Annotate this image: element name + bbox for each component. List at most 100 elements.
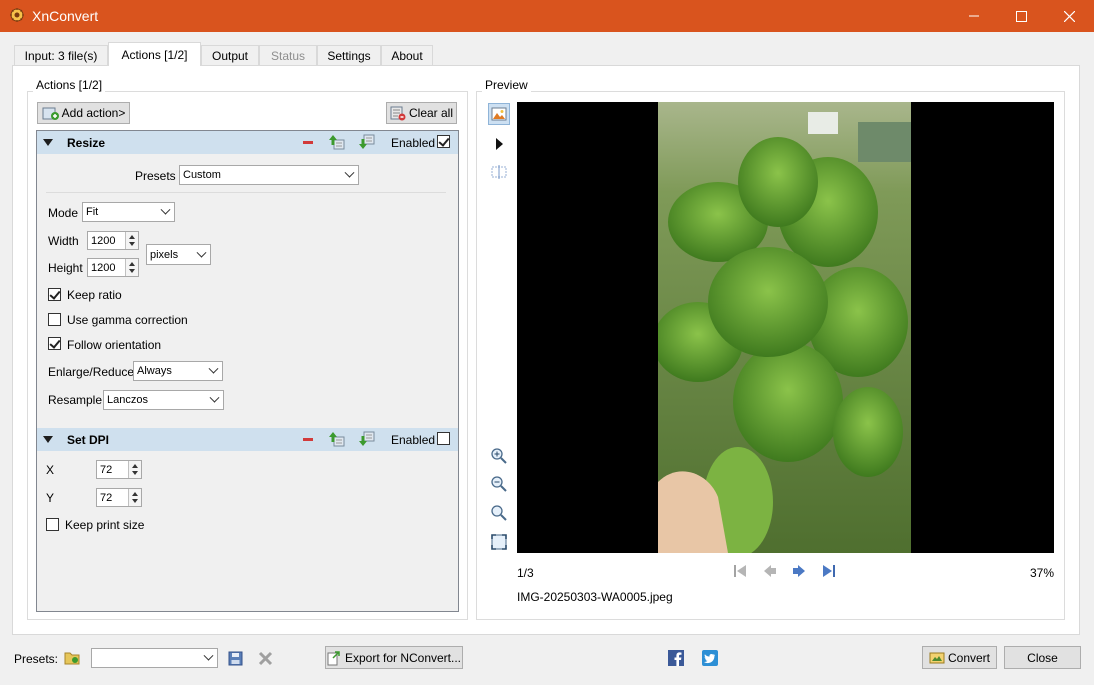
zoom-out-icon[interactable] bbox=[490, 475, 508, 493]
chevron-down-icon bbox=[208, 363, 219, 374]
chevron-down-icon bbox=[203, 650, 214, 661]
tab-input[interactable]: Input: 3 file(s) bbox=[14, 45, 108, 66]
chevron-down-icon bbox=[196, 247, 207, 258]
minimize-icon bbox=[969, 15, 979, 17]
follow-orientation-checkbox[interactable] bbox=[48, 337, 61, 350]
keep-print-size-label: Keep print size bbox=[65, 518, 145, 532]
dpi-y-stepper[interactable] bbox=[128, 489, 141, 506]
convert-button[interactable]: Convert bbox=[922, 646, 997, 669]
next-image-icon[interactable] bbox=[791, 563, 807, 579]
dpi-y-input[interactable]: 72 bbox=[96, 488, 142, 507]
image-icon bbox=[491, 107, 507, 121]
presets-footer-select[interactable] bbox=[91, 648, 218, 668]
chevron-down-icon bbox=[209, 392, 220, 403]
tab-about[interactable]: About bbox=[381, 45, 433, 66]
move-up-icon[interactable] bbox=[329, 431, 345, 447]
presets-select[interactable]: Custom bbox=[179, 165, 359, 185]
facebook-icon[interactable] bbox=[668, 650, 684, 666]
dpi-enabled-checkbox[interactable] bbox=[437, 432, 450, 445]
maximize-icon bbox=[1015, 10, 1027, 22]
remove-dpi-icon[interactable] bbox=[303, 438, 313, 441]
window-title: XnConvert bbox=[32, 8, 99, 24]
spin-down-icon[interactable] bbox=[132, 499, 138, 503]
twitter-icon[interactable] bbox=[702, 650, 718, 666]
tab-status: Status bbox=[259, 45, 317, 66]
mode-select[interactable]: Fit bbox=[82, 202, 175, 222]
preview-filename: IMG-20250303-WA0005.jpeg bbox=[517, 590, 673, 604]
title-bar: XnConvert bbox=[0, 0, 1094, 32]
spin-up-icon[interactable] bbox=[129, 262, 135, 266]
dpi-section-header[interactable]: Set DPI Enabled bbox=[37, 428, 458, 451]
xnconvert-logo-icon bbox=[10, 8, 24, 22]
chevron-down-icon bbox=[160, 204, 171, 215]
height-input[interactable]: 1200 bbox=[87, 258, 139, 277]
keep-ratio-checkbox[interactable] bbox=[48, 288, 61, 301]
dpi-x-input[interactable]: 72 bbox=[96, 460, 142, 479]
clear-all-button[interactable]: Clear all bbox=[386, 102, 457, 124]
separator bbox=[46, 192, 446, 193]
tab-settings[interactable]: Settings bbox=[317, 45, 381, 66]
actions-group-label: Actions [1/2] bbox=[33, 78, 106, 92]
presets-footer-label: Presets: bbox=[14, 652, 59, 666]
close-window-button[interactable] bbox=[1046, 0, 1092, 32]
width-label: Width bbox=[48, 234, 79, 248]
spin-down-icon[interactable] bbox=[129, 269, 135, 273]
actions-empty-area bbox=[37, 543, 458, 611]
width-stepper[interactable] bbox=[125, 232, 138, 249]
gamma-checkbox[interactable] bbox=[48, 313, 61, 326]
height-stepper[interactable] bbox=[125, 259, 138, 276]
play-icon[interactable] bbox=[494, 137, 504, 151]
page-counter: 1/3 bbox=[517, 566, 534, 580]
remove-resize-icon[interactable] bbox=[303, 141, 313, 144]
tab-output[interactable]: Output bbox=[201, 45, 259, 66]
zoom-in-icon[interactable] bbox=[490, 447, 508, 465]
dpi-title: Set DPI bbox=[67, 433, 110, 447]
dpi-x-stepper[interactable] bbox=[128, 461, 141, 478]
chevron-down-icon bbox=[344, 167, 355, 178]
minimize-button[interactable] bbox=[951, 0, 997, 32]
delete-preset-icon[interactable] bbox=[258, 651, 273, 666]
open-folder-icon[interactable] bbox=[64, 650, 81, 666]
spin-up-icon[interactable] bbox=[129, 235, 135, 239]
maximize-button[interactable] bbox=[998, 0, 1044, 32]
tab-actions[interactable]: Actions [1/2] bbox=[108, 42, 201, 66]
move-down-icon[interactable] bbox=[359, 431, 375, 447]
zoom-fit-icon[interactable] bbox=[490, 504, 508, 522]
zoom-level: 37% bbox=[1030, 566, 1055, 580]
move-up-icon[interactable] bbox=[329, 134, 345, 150]
spin-down-icon[interactable] bbox=[129, 242, 135, 246]
last-image-icon[interactable] bbox=[821, 563, 837, 579]
export-nconvert-button[interactable]: Export for NConvert... bbox=[325, 646, 463, 669]
follow-orientation-label: Follow orientation bbox=[67, 338, 162, 352]
keep-print-size-checkbox[interactable] bbox=[46, 518, 59, 531]
mode-label: Mode bbox=[48, 206, 79, 220]
close-button[interactable]: Close bbox=[1004, 646, 1081, 669]
spin-up-icon[interactable] bbox=[132, 492, 138, 496]
width-input[interactable]: 1200 bbox=[87, 231, 139, 250]
resize-section-header[interactable]: Resize Enabled bbox=[37, 131, 458, 154]
dpi-y-label: Y bbox=[46, 491, 55, 505]
resample-select[interactable]: Lanczos bbox=[103, 390, 224, 410]
full-screen-icon[interactable] bbox=[490, 533, 508, 551]
add-action-icon bbox=[42, 107, 59, 120]
resize-title: Resize bbox=[67, 136, 106, 150]
add-action-button[interactable]: Add action> bbox=[37, 102, 130, 124]
collapse-resize-icon[interactable] bbox=[43, 139, 53, 146]
collapse-dpi-icon[interactable] bbox=[43, 436, 53, 443]
gamma-label: Use gamma correction bbox=[67, 313, 188, 327]
resize-enabled-label: Enabled bbox=[391, 136, 436, 150]
unit-select[interactable]: pixels bbox=[146, 244, 211, 265]
enlarge-reduce-select[interactable]: Always bbox=[133, 361, 223, 381]
export-icon bbox=[327, 650, 340, 665]
close-icon bbox=[1063, 10, 1075, 22]
move-down-icon[interactable] bbox=[359, 134, 375, 150]
resize-enabled-checkbox[interactable] bbox=[437, 135, 450, 148]
original-image-toggle[interactable] bbox=[488, 103, 510, 125]
spin-up-icon[interactable] bbox=[132, 464, 138, 468]
dpi-enabled-label: Enabled bbox=[391, 433, 436, 447]
previous-image-icon[interactable] bbox=[762, 563, 778, 579]
spin-down-icon[interactable] bbox=[132, 471, 138, 475]
save-preset-icon[interactable] bbox=[228, 651, 243, 666]
first-image-icon[interactable] bbox=[732, 563, 748, 579]
compare-icon[interactable] bbox=[490, 164, 508, 180]
